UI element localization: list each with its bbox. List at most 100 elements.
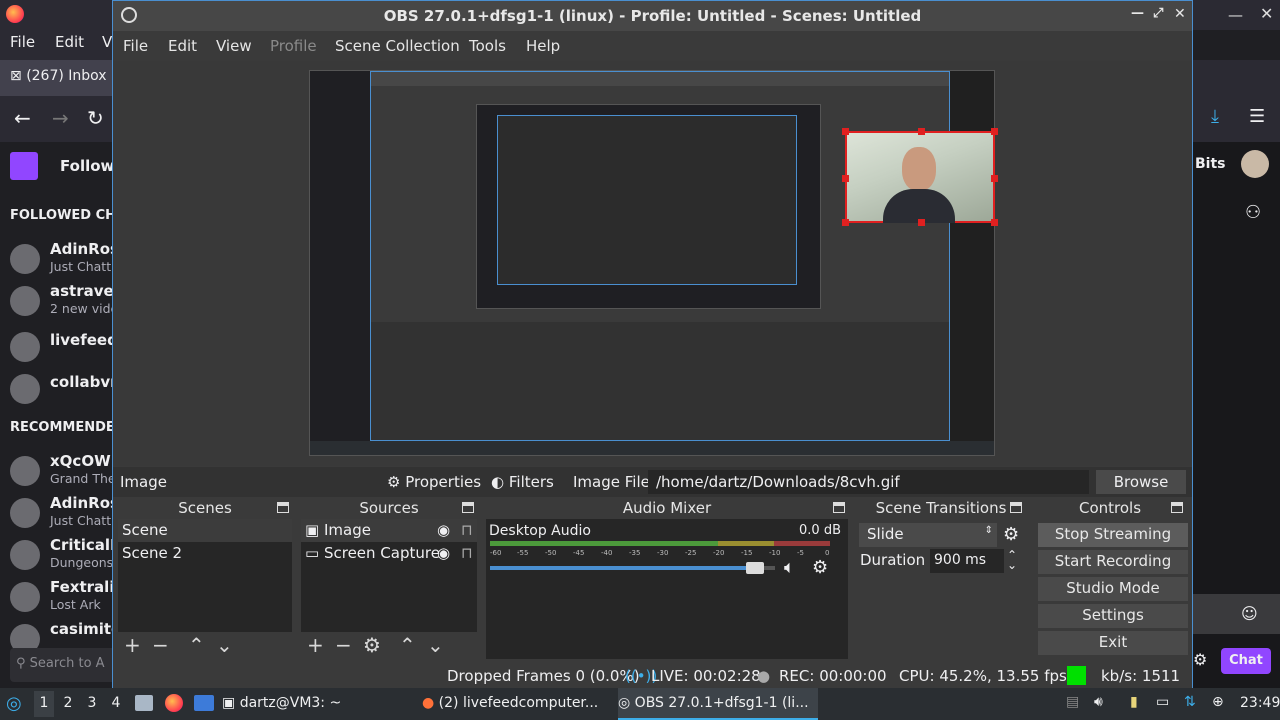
recommended-channel[interactable]: AdinRossJust Chatt (10, 494, 112, 534)
task-firefox[interactable]: ● (2) livefeedcomputer... (422, 688, 612, 720)
firefox-launcher-icon[interactable] (165, 694, 183, 712)
gear-icon[interactable]: ⚙ (812, 557, 828, 578)
update-icon[interactable]: ⇅ (1184, 694, 1196, 710)
workspace-3[interactable]: 3 (82, 695, 102, 711)
workspace-2[interactable]: 2 (58, 695, 78, 711)
clipboard-icon[interactable]: ▤ (1066, 694, 1079, 710)
resize-handle[interactable] (991, 175, 998, 182)
source-item[interactable]: ▣ Image ◉ ⊓ (301, 519, 477, 542)
studio-mode-button[interactable]: Studio Mode (1038, 577, 1188, 601)
notes-icon[interactable]: ▮ (1130, 694, 1138, 710)
browser-tab-inbox[interactable]: ⊠ (267) Inbox (0, 60, 112, 96)
exit-button[interactable]: Exit (1038, 631, 1188, 655)
float-dock-icon[interactable] (462, 502, 474, 513)
workspace-1[interactable]: 1 (34, 691, 54, 717)
menu-help[interactable]: Help (526, 37, 560, 55)
move-down-icon[interactable]: ⌄ (427, 633, 444, 657)
display-icon[interactable]: ▭ (1156, 694, 1169, 710)
move-up-icon[interactable]: ⌃ (188, 633, 205, 657)
recommended-channel[interactable]: xQcOW Grand The (10, 452, 112, 492)
start-recording-button[interactable]: Start Recording (1038, 550, 1188, 574)
source-item[interactable]: ▭ Screen Capture ◉ ⊓ (301, 542, 477, 565)
reload-icon[interactable]: ↻ (87, 106, 104, 130)
add-icon[interactable]: + (124, 633, 141, 657)
user-avatar[interactable] (1241, 150, 1269, 178)
chat-settings-icon[interactable]: ⚙ (1193, 650, 1207, 669)
workspace-4[interactable]: 4 (106, 695, 126, 711)
float-dock-icon[interactable] (1010, 502, 1022, 513)
recommended-channel[interactable]: CriticalRoDungeons (10, 536, 112, 576)
followed-channel[interactable]: AdinRossJust Chatt (10, 240, 112, 280)
followed-channel[interactable]: astravert2 new vide (10, 282, 112, 322)
filters-button[interactable]: ◐ Filters (491, 473, 554, 491)
webcam-source-selected[interactable] (842, 128, 998, 226)
speaker-icon[interactable]: 🔈︎ (784, 557, 795, 578)
move-up-icon[interactable]: ⌃ (399, 633, 416, 657)
resize-handle[interactable] (842, 219, 849, 226)
preview-canvas[interactable] (309, 70, 995, 456)
menu-view[interactable]: View (216, 37, 252, 55)
menu-scene-collection[interactable]: Scene Collection (335, 37, 460, 55)
eye-icon[interactable]: ◉ (437, 544, 450, 562)
close-icon[interactable]: ✕ (1174, 6, 1186, 22)
volume-icon[interactable]: 🔊︎ (1094, 694, 1103, 710)
gear-icon[interactable]: ⚙ (363, 633, 381, 657)
scene-item[interactable]: Scene 2 (118, 542, 292, 565)
browser-close-icon[interactable]: ✕ (1260, 4, 1273, 23)
twitch-search-input[interactable]: ⚲ Search to A (10, 648, 112, 682)
browser-menu-file[interactable]: File (10, 33, 35, 51)
resize-handle[interactable] (842, 175, 849, 182)
float-dock-icon[interactable] (833, 502, 845, 513)
volume-slider-handle[interactable] (746, 562, 765, 574)
scene-item[interactable]: Scene (118, 519, 292, 542)
browser-menu-edit[interactable]: Edit (55, 33, 84, 51)
duration-spinbox[interactable]: 900 ms (930, 549, 1004, 573)
resize-handle[interactable] (918, 128, 925, 135)
spin-down-icon[interactable]: ⌄ (1007, 558, 1017, 572)
float-dock-icon[interactable] (277, 502, 289, 513)
remove-icon[interactable]: − (152, 633, 169, 657)
properties-button[interactable]: ⚙ Properties (387, 473, 481, 491)
followed-channel[interactable]: livefeedc (10, 328, 112, 368)
chat-input[interactable]: ☺ (1193, 594, 1280, 634)
volume-slider-track[interactable] (490, 562, 775, 574)
menu-tools[interactable]: Tools (469, 37, 506, 55)
network-icon[interactable]: ⊕ (1212, 694, 1224, 710)
app-launcher-icon[interactable]: ◎ (6, 693, 22, 714)
float-dock-icon[interactable] (1171, 502, 1183, 513)
community-icon[interactable]: ⚇ (1245, 202, 1261, 223)
recommended-channel[interactable]: FextralifeLost Ark (10, 578, 112, 618)
emote-icon[interactable]: ☺ (1241, 604, 1258, 623)
back-icon[interactable]: ← (14, 106, 31, 130)
maximize-icon[interactable]: ⤢ (1153, 6, 1163, 21)
task-obs[interactable]: ◎ OBS 27.0.1+dfsg1-1 (li... (618, 688, 818, 720)
followed-channel[interactable]: collabvm (10, 370, 112, 410)
file-manager-icon[interactable] (135, 695, 153, 711)
resize-handle[interactable] (918, 219, 925, 226)
minimize-icon[interactable]: — (1131, 6, 1144, 21)
chat-send-button[interactable]: Chat (1221, 648, 1271, 674)
menu-edit[interactable]: Edit (168, 37, 197, 55)
bits-button[interactable]: Bits (1195, 156, 1226, 172)
lock-icon[interactable]: ⊓ (461, 544, 473, 562)
gear-icon[interactable]: ⚙ (1003, 524, 1019, 545)
firefox-icon[interactable] (6, 5, 24, 23)
browser-minimize-icon[interactable]: — (1228, 6, 1243, 24)
remove-icon[interactable]: − (335, 633, 352, 657)
move-down-icon[interactable]: ⌄ (216, 633, 233, 657)
task-terminal[interactable]: ▣ dartz@VM3: ~ (222, 688, 412, 720)
lock-icon[interactable]: ⊓ (461, 521, 473, 539)
menu-file[interactable]: File (123, 37, 148, 55)
browse-button[interactable]: Browse (1096, 470, 1186, 494)
transition-select[interactable]: Slide ⇕ (859, 523, 997, 547)
download-icon[interactable]: ⤓ (1211, 106, 1219, 127)
image-path-field[interactable]: /home/dartz/Downloads/8cvh.gif (648, 470, 1089, 494)
add-icon[interactable]: + (307, 633, 324, 657)
resize-handle[interactable] (842, 128, 849, 135)
resize-handle[interactable] (991, 128, 998, 135)
hamburger-menu-icon[interactable]: ☰ (1249, 106, 1265, 127)
twitch-following-link[interactable]: Followin (60, 157, 112, 175)
forward-icon[interactable]: → (52, 106, 69, 130)
browser-menu-view[interactable]: V (102, 33, 112, 51)
stop-streaming-button[interactable]: Stop Streaming (1038, 523, 1188, 547)
